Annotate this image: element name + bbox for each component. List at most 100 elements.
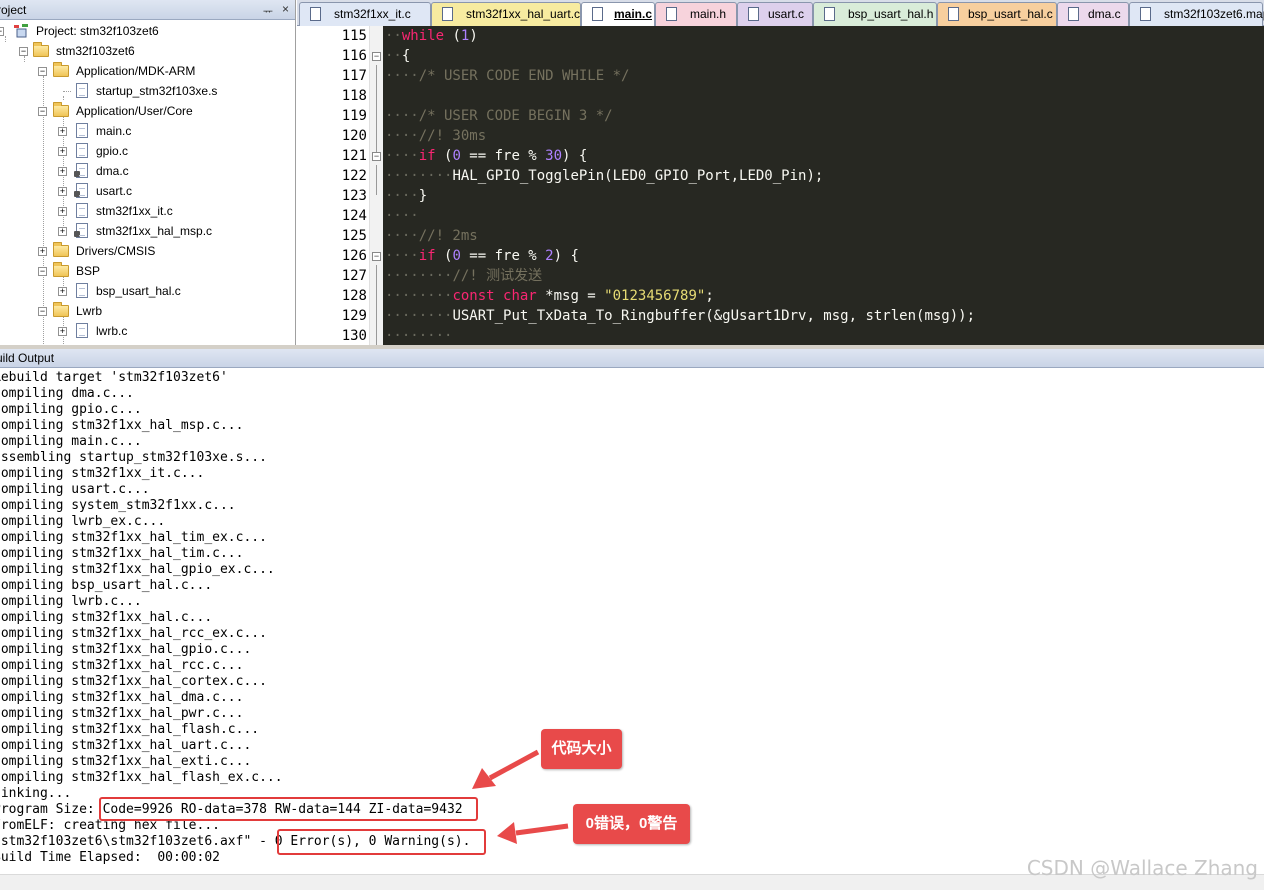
tree-item-target[interactable]: − stm32f103zet6 — [0, 41, 290, 61]
code-line[interactable]: ····/* USER CODE END WHILE */ — [385, 66, 629, 86]
target-folder-icon — [33, 42, 49, 57]
tree-item-label: usart.c — [96, 184, 133, 198]
expand-icon[interactable]: + — [58, 147, 67, 156]
file-icon — [76, 123, 88, 138]
tree-item-file[interactable]: + stm32f1xx_hal_msp.c — [0, 221, 290, 241]
tree-item-file[interactable]: startup_stm32f103xe.s — [0, 81, 290, 101]
code-line[interactable]: ········HAL_GPIO_TogglePin(LED0_GPIO_Por… — [385, 166, 823, 186]
line-number: 125 — [341, 228, 367, 244]
expand-icon[interactable]: + — [58, 127, 67, 136]
tab-dma-c[interactable]: dma.c — [1057, 2, 1129, 26]
tree-item-file[interactable]: + stm32f1xx_it.c — [0, 201, 290, 221]
line-number: 129 — [341, 308, 367, 324]
tree-item-folder[interactable]: − Application/User/Core — [0, 101, 290, 121]
code-line[interactable]: ········ — [385, 326, 452, 345]
folder-icon — [53, 262, 69, 277]
code-line[interactable]: ····//! 2ms — [385, 226, 478, 246]
code-line[interactable]: ········//! 测试发送 — [385, 266, 542, 286]
expand-icon[interactable]: + — [58, 167, 67, 176]
build-output-line: compiling system_stm32f1xx.c... — [0, 498, 236, 513]
pin-icon[interactable]: ᅲ — [263, 3, 273, 19]
collapse-icon[interactable]: − — [38, 267, 47, 276]
collapse-icon[interactable]: − — [38, 307, 47, 316]
code-line[interactable]: ····/* USER CODE BEGIN 3 */ — [385, 106, 613, 126]
folder-icon — [53, 62, 69, 77]
tree-item-label: bsp_usart_hal.c — [96, 284, 181, 298]
line-number: 122 — [341, 168, 367, 184]
tree-item-folder[interactable]: − Application/MDK-ARM — [0, 61, 290, 81]
code-line[interactable]: ········USART_Put_TxData_To_Ringbuffer(&… — [385, 306, 975, 326]
code-line[interactable]: ··{ — [385, 46, 410, 66]
code-line[interactable]: ········const char *msg = "0123456789"; — [385, 286, 714, 306]
file-icon — [76, 143, 88, 158]
code-line[interactable]: ····if (0 == fre % 30) { — [385, 146, 587, 166]
tab-bsp-usart-hal-c[interactable]: bsp_usart_hal.c — [937, 2, 1057, 26]
tab-stm32f1xx-hal-uart-c[interactable]: stm32f1xx_hal_uart.c — [431, 2, 581, 26]
tab-bsp-usart-hal-h[interactable]: bsp_usart_hal.h — [813, 2, 937, 26]
project-panel: roject ᅲ × − Project: stm32f103zet6 − st… — [0, 0, 296, 345]
expand-icon[interactable]: + — [58, 207, 67, 216]
build-output-line: compiling dma.c... — [0, 386, 134, 401]
tab-label: main.h — [690, 7, 727, 21]
tab-main-h[interactable]: main.h — [655, 2, 737, 26]
file-icon — [76, 83, 88, 98]
file-icon — [1068, 7, 1079, 21]
code-editor[interactable]: stm32f1xx_it.c stm32f1xx_hal_uart.c main… — [297, 0, 1264, 345]
folder-icon — [53, 242, 69, 257]
tab-stm32f1xx-it-c[interactable]: stm32f1xx_it.c — [299, 2, 431, 26]
tree-item-folder[interactable]: + Drivers/CMSIS — [0, 241, 290, 261]
file-icon — [442, 7, 453, 21]
tree-item-label: stm32f1xx_it.c — [96, 204, 173, 218]
close-icon[interactable]: × — [282, 2, 289, 16]
build-output-log[interactable]: Rebuild target 'stm32f103zet6' compiling … — [0, 370, 470, 866]
build-output-line: compiling stm32f1xx_hal_pwr.c... — [0, 706, 244, 721]
tree-item-folder[interactable]: − BSP — [0, 261, 290, 281]
collapse-icon[interactable]: − — [19, 47, 28, 56]
fold-toggle-icon[interactable]: − — [372, 152, 381, 161]
tree-item-file[interactable]: + gpio.c — [0, 141, 290, 161]
build-output-line: compiling stm32f1xx_hal_msp.c... — [0, 418, 244, 433]
tab-stm32f103zet6-map[interactable]: stm32f103zet6.map — [1129, 2, 1264, 26]
project-panel-header: roject ᅲ × — [0, 0, 295, 20]
file-icon — [948, 7, 959, 21]
tree-item-file[interactable]: + dma.c — [0, 161, 290, 181]
project-panel-title: roject — [0, 3, 27, 17]
tab-usart-c[interactable]: usart.c — [737, 2, 813, 26]
code-line[interactable]: ····//! 30ms — [385, 126, 486, 146]
expand-icon[interactable]: + — [58, 187, 67, 196]
tree-item-project[interactable]: − Project: stm32f103zet6 — [0, 21, 290, 41]
tree-item-file[interactable]: + lwrb.c — [0, 321, 290, 341]
tab-main-c[interactable]: main.c — [581, 2, 655, 26]
tree-item-label: startup_stm32f103xe.s — [96, 84, 218, 98]
expand-icon[interactable]: + — [58, 287, 67, 296]
tree-item-file[interactable]: + bsp_usart_hal.c — [0, 281, 290, 301]
line-number: 128 — [341, 288, 367, 304]
tab-label: bsp_usart_hal.c — [968, 7, 1053, 21]
code-line[interactable]: ··while (1) — [385, 26, 478, 46]
build-output-line: compiling main.c... — [0, 434, 142, 449]
build-output-line: compiling stm32f1xx_hal_gpio_ex.c... — [0, 562, 275, 577]
collapse-icon[interactable]: − — [0, 27, 4, 36]
tree-item-label: stm32f1xx_hal_msp.c — [96, 224, 213, 238]
file-icon — [76, 203, 88, 218]
tree-item-file[interactable]: + usart.c — [0, 181, 290, 201]
code-line[interactable]: ····if (0 == fre % 2) { — [385, 246, 579, 266]
tab-label: stm32f1xx_hal_uart.c — [466, 7, 581, 21]
code-line[interactable]: ···· — [385, 206, 419, 226]
expand-icon[interactable]: + — [38, 247, 47, 256]
tab-label: main.c — [614, 7, 653, 21]
collapse-icon[interactable]: − — [38, 107, 47, 116]
expand-icon[interactable]: + — [58, 327, 67, 336]
tree-item-folder[interactable]: − Lwrb — [0, 301, 290, 321]
project-icon — [14, 24, 28, 38]
code-line[interactable]: ····} — [385, 186, 427, 206]
collapse-icon[interactable]: − — [38, 67, 47, 76]
file-icon — [310, 7, 321, 21]
errors-callout: 0错误，0警告 — [573, 804, 690, 844]
tree-item-file[interactable]: + main.c — [0, 121, 290, 141]
build-output-line: compiling stm32f1xx_it.c... — [0, 466, 205, 481]
code-area[interactable]: ··while (1) ··{····/* USER CODE END WHILE… — [385, 26, 1264, 345]
fold-toggle-icon[interactable]: − — [372, 252, 381, 261]
fold-toggle-icon[interactable]: − — [372, 52, 381, 61]
expand-icon[interactable]: + — [58, 227, 67, 236]
